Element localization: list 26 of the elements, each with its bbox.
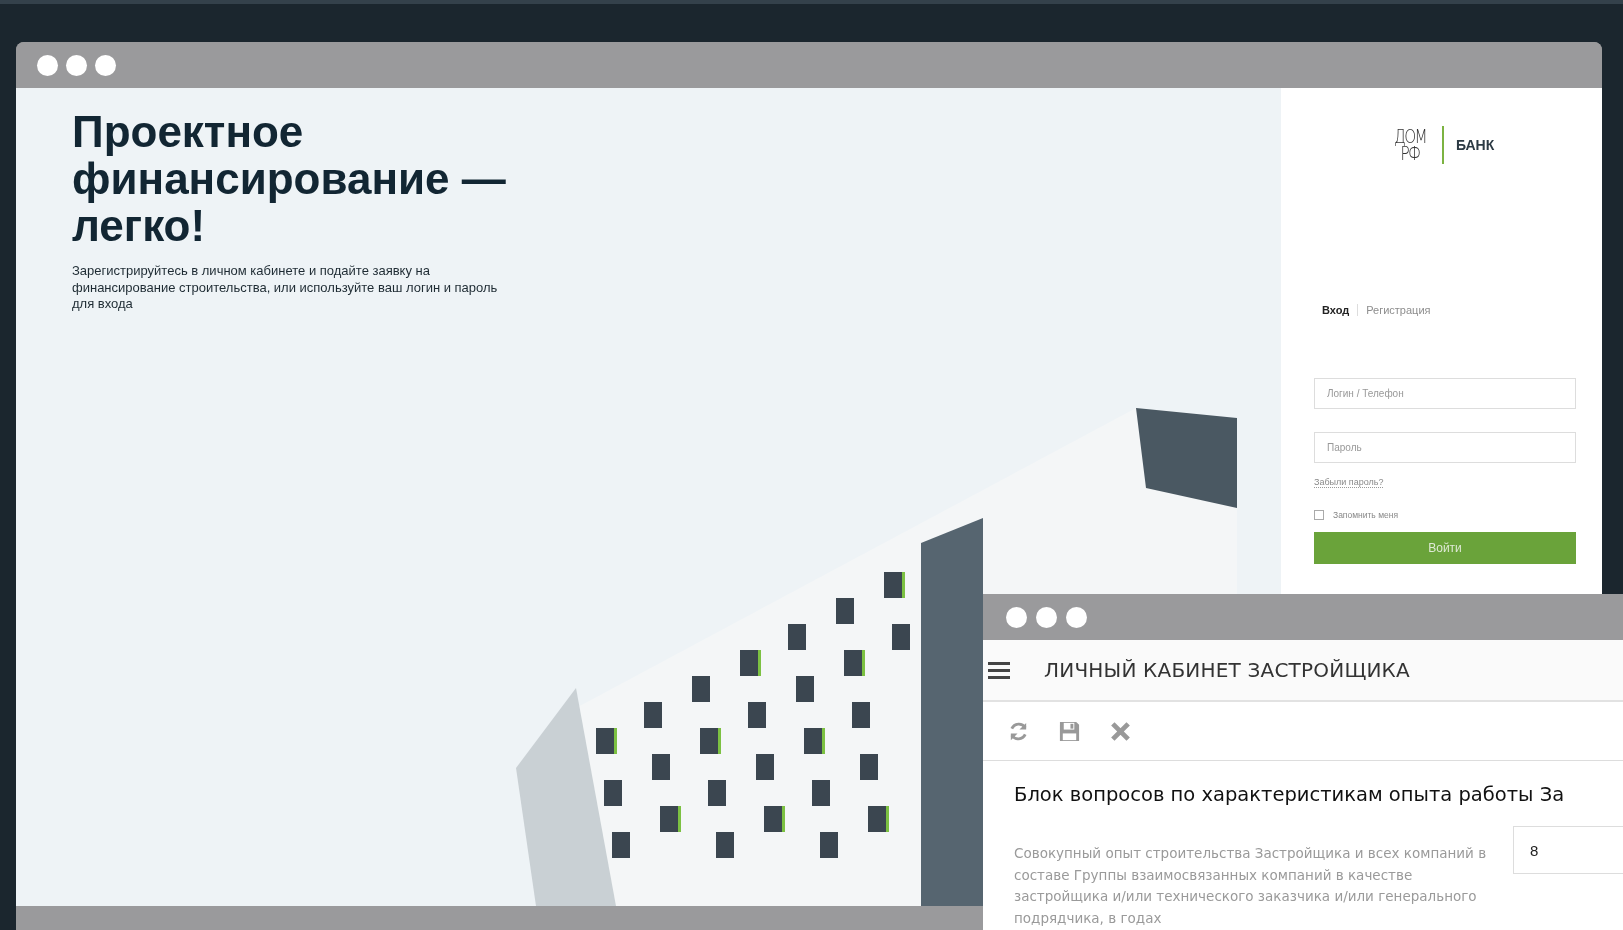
remember-label: Запомнить меня (1333, 510, 1399, 520)
logo-divider (1441, 126, 1444, 164)
remember-checkbox[interactable] (1314, 510, 1324, 520)
menu-icon[interactable] (988, 661, 1010, 679)
section-title: Блок вопросов по характеристикам опыта работы За (1014, 783, 1566, 806)
logo-mark: ДОМ РФ (1393, 128, 1426, 162)
close-icon[interactable] (1109, 719, 1132, 743)
login-button[interactable]: Войти (1314, 532, 1576, 564)
window-control-dot[interactable] (1066, 606, 1087, 628)
hero-title: Проектное финансирование — легко! (72, 108, 507, 249)
window-control-dot[interactable] (1036, 606, 1057, 628)
hero-description: Зарегистрируйтесь в личном кабинете и подайте заявку на финансирование строительства, или используйте ваш логин и пароль для входа (72, 263, 499, 313)
auth-tab[interactable]: Регистрация (1366, 304, 1431, 316)
page-title: ЛИЧНЫЙ КАБИНЕТ ЗАСТРОЙЩИКА (1044, 658, 1410, 682)
window-control-dot[interactable] (37, 54, 58, 76)
logo-text: БАНК (1455, 137, 1495, 153)
window-control-dot[interactable] (95, 54, 116, 76)
question-label: Совокупный опыт строительства Застройщика и всех компаний в составе Группы взаимосвязанных компаний в качестве застройщика и/или технического заказчика и/или генерального подрядчика, в годах (1014, 844, 1488, 928)
input-field[interactable]: Логин / Телефон (1314, 378, 1576, 409)
window-control-dot[interactable] (66, 54, 87, 76)
save-icon[interactable] (1058, 719, 1081, 743)
input-field[interactable]: 8 (1513, 826, 1623, 874)
forgot-password-link[interactable]: Забыли пароль? (1314, 477, 1384, 488)
window-control-dot[interactable] (1006, 606, 1027, 628)
auth-tab[interactable]: Вход (1322, 304, 1350, 316)
input-field[interactable]: Пароль (1314, 432, 1576, 463)
